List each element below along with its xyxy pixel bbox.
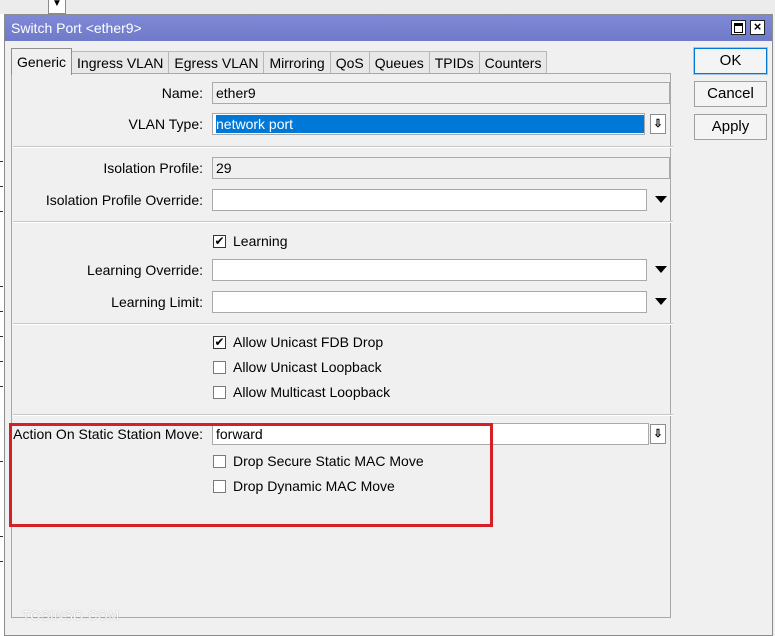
vlan-type-dropdown-icon[interactable]: ⇩: [650, 114, 666, 134]
edge-mark: [0, 386, 3, 387]
edge-mark: [0, 161, 3, 162]
tab-tpids[interactable]: TPIDs: [428, 51, 480, 74]
action-on-static-station-move-select[interactable]: forward: [212, 423, 649, 445]
learning-limit-dropdown-icon[interactable]: [655, 298, 667, 305]
ok-button[interactable]: OK: [693, 47, 768, 75]
unchecked-box-icon: [213, 454, 226, 468]
apply-button[interactable]: Apply: [694, 114, 767, 140]
unchecked-box-icon: [213, 479, 226, 493]
edge-mark: [0, 361, 3, 362]
isolation-profile-label: Isolation Profile:: [103, 160, 203, 176]
allow-unicast-loopback-checkbox[interactable]: Allow Unicast Loopback: [213, 357, 382, 377]
cancel-button[interactable]: Cancel: [694, 81, 767, 107]
tab-generic[interactable]: Generic: [11, 48, 73, 75]
learning-override-dropdown-icon[interactable]: [655, 266, 667, 273]
watermark: TOSINSO.COM: [22, 608, 120, 623]
switch-port-dialog: Switch Port <ether9> × Generic Ingress V…: [4, 14, 773, 636]
checkmark-icon: ✔: [213, 233, 226, 248]
edge-mark: [0, 311, 3, 312]
checkmark-icon: ✔: [213, 334, 226, 349]
learning-override-label: Learning Override:: [87, 262, 203, 278]
isolation-profile-field[interactable]: 29: [212, 157, 670, 179]
unchecked-box-icon: [213, 385, 226, 399]
learning-override-field[interactable]: [212, 259, 647, 281]
action-dropdown-icon[interactable]: ⇩: [650, 424, 666, 444]
edge-mark: [0, 461, 3, 462]
unchecked-box-icon: [213, 360, 226, 374]
window-title: Switch Port <ether9>: [11, 20, 142, 36]
tab-queues[interactable]: Queues: [368, 51, 430, 74]
tab-egress-vlan[interactable]: Egress VLAN: [168, 51, 265, 74]
allow-unicast-loopback-label: Allow Unicast Loopback: [233, 359, 382, 375]
vlan-type-select[interactable]: network port: [212, 113, 645, 135]
edge-mark: [0, 186, 3, 187]
section-divider: [13, 146, 673, 148]
learning-limit-field[interactable]: [212, 291, 647, 313]
drop-secure-static-mac-move-checkbox[interactable]: Drop Secure Static MAC Move: [213, 451, 424, 471]
tab-ingress-vlan[interactable]: Ingress VLAN: [71, 51, 170, 74]
allow-unicast-fdb-drop-label: Allow Unicast FDB Drop: [233, 334, 384, 350]
allow-multicast-loopback-checkbox[interactable]: Allow Multicast Loopback: [213, 382, 390, 402]
background-window-strip: ▼: [0, 0, 775, 14]
edge-mark: [0, 211, 3, 212]
section-divider: [13, 221, 673, 223]
title-bar[interactable]: Switch Port <ether9> ×: [5, 15, 772, 41]
drop-dynamic-mac-move-checkbox[interactable]: Drop Dynamic MAC Move: [213, 476, 395, 496]
learning-label: Learning: [233, 233, 288, 249]
section-divider: [13, 323, 673, 325]
isolation-profile-override-field[interactable]: [212, 189, 647, 211]
tab-mirroring[interactable]: Mirroring: [263, 51, 331, 74]
tab-qos[interactable]: QoS: [329, 51, 370, 74]
tab-counters[interactable]: Counters: [478, 51, 548, 74]
allow-multicast-loopback-label: Allow Multicast Loopback: [233, 384, 391, 400]
tab-bar: Generic Ingress VLAN Egress VLAN Mirrori…: [11, 48, 548, 75]
name-label: Name:: [161, 85, 203, 101]
action-on-static-station-move-label: Action On Static Station Move:: [13, 426, 203, 442]
isolation-profile-override-dropdown-icon[interactable]: [655, 196, 667, 203]
drop-secure-static-mac-move-label: Drop Secure Static MAC Move: [233, 453, 424, 469]
edge-mark: [0, 536, 3, 537]
close-icon[interactable]: ×: [750, 20, 765, 35]
section-divider: [13, 414, 673, 416]
vlan-type-label: VLAN Type:: [128, 116, 203, 132]
name-field[interactable]: ether9: [212, 82, 670, 104]
drop-dynamic-mac-move-label: Drop Dynamic MAC Move: [233, 478, 395, 494]
isolation-profile-override-label: Isolation Profile Override:: [45, 192, 203, 208]
edge-mark: [0, 561, 3, 562]
learning-checkbox[interactable]: ✔ Learning: [213, 231, 288, 251]
allow-unicast-fdb-drop-checkbox[interactable]: ✔ Allow Unicast FDB Drop: [213, 332, 383, 352]
learning-limit-label: Learning Limit:: [111, 294, 203, 310]
vlan-type-value: network port: [216, 115, 644, 133]
edge-mark: [0, 336, 3, 337]
edge-mark: [0, 286, 3, 287]
dropdown-arrow-icon[interactable]: ▼: [48, 0, 66, 14]
maximize-icon[interactable]: [731, 20, 746, 35]
